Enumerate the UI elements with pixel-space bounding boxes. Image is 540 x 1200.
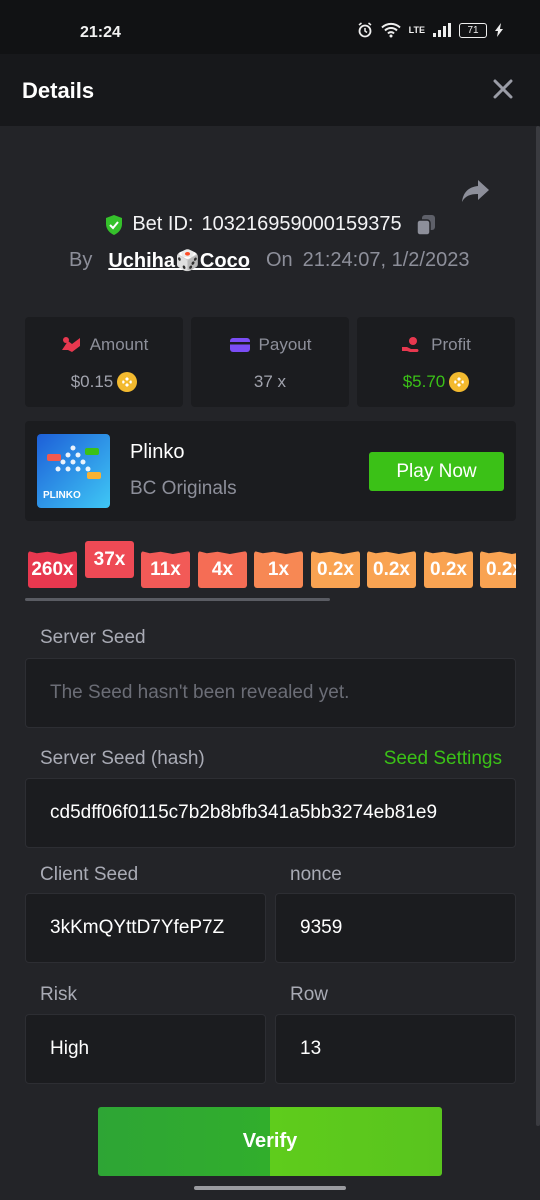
game-card: PLINKO Plinko BC Originals Play Now bbox=[25, 421, 516, 521]
amount-icon bbox=[61, 337, 80, 352]
payout-card: Payout 37 x bbox=[191, 317, 349, 407]
verified-shield-icon bbox=[106, 214, 123, 235]
profit-card: Profit $5.70 bbox=[357, 317, 515, 407]
bet-id-line: Bet ID: 103216959000159375 bbox=[0, 213, 540, 236]
payout-value: 37 x bbox=[253, 372, 287, 391]
client-seed-label: Client Seed bbox=[40, 864, 139, 885]
bet-id: 103216959000159375 bbox=[201, 213, 402, 235]
verify-button[interactable]: Verify bbox=[98, 1107, 442, 1176]
plinko-thumbnail[interactable]: PLINKO bbox=[37, 434, 110, 508]
bet-author-line: By Uchiha🎲Coco On 21:24:07, 1/2/2023 bbox=[69, 248, 469, 273]
multiplier-slot: 0.2x bbox=[424, 551, 473, 588]
multiplier-slot: 0.2x bbox=[311, 551, 360, 588]
nonce-field[interactable]: 9359 bbox=[275, 893, 516, 963]
bnb-coin-icon bbox=[449, 372, 470, 392]
row-label: Row bbox=[290, 984, 329, 1005]
status-icons: LTE 71 bbox=[357, 22, 504, 38]
play-now-button[interactable]: Play Now bbox=[369, 452, 504, 491]
server-seed-label: Server Seed bbox=[40, 627, 146, 648]
client-seed-field[interactable]: 3kKmQYttD7YfeP7Z bbox=[25, 893, 266, 963]
close-icon[interactable] bbox=[490, 76, 516, 102]
charging-icon bbox=[495, 23, 503, 37]
profit-value: $5.70 bbox=[402, 372, 446, 391]
scrollbar[interactable] bbox=[536, 126, 540, 1126]
server-seed-field[interactable]: The Seed hasn't been revealed yet. bbox=[25, 658, 516, 728]
multiplier-slot: 4x bbox=[198, 551, 247, 588]
multiplier-slot: 260x bbox=[28, 551, 77, 588]
row-field[interactable]: 13 bbox=[275, 1014, 516, 1084]
multiplier-slot-hit: 37x bbox=[85, 541, 134, 578]
multiplier-slot: 1x bbox=[254, 551, 303, 588]
amount-value: $0.15 bbox=[70, 372, 114, 391]
risk-field[interactable]: High bbox=[25, 1014, 266, 1084]
risk-label: Risk bbox=[40, 984, 77, 1005]
seed-settings-link[interactable]: Seed Settings bbox=[384, 748, 502, 770]
multiplier-scroll-track[interactable] bbox=[25, 598, 330, 601]
multiplier-slot: 0.2x bbox=[367, 551, 416, 588]
profit-hand-icon bbox=[402, 337, 419, 352]
game-name: Plinko bbox=[130, 441, 185, 463]
bnb-coin-icon bbox=[117, 372, 138, 392]
amount-card: Amount $0.15 bbox=[25, 317, 183, 407]
server-seed-hash-field[interactable]: cd5dff06f0115c7b2b8bfb341a5bb3274eb81e9 bbox=[25, 778, 516, 848]
network-type: LTE bbox=[408, 25, 425, 35]
by-label: By bbox=[69, 249, 93, 271]
server-seed-hash-label: Server Seed (hash) bbox=[40, 748, 205, 769]
alarm-icon bbox=[358, 22, 372, 38]
plinko-thumb-text: PLINKO bbox=[43, 490, 81, 501]
nonce-label: nonce bbox=[290, 864, 342, 885]
wifi-icon bbox=[380, 22, 401, 38]
page-title: Details bbox=[22, 78, 95, 103]
multiplier-slot: 0.2x bbox=[480, 551, 516, 588]
payout-label: Payout bbox=[258, 335, 312, 354]
signal-icon bbox=[433, 23, 451, 37]
multiplier-slot: 11x bbox=[141, 551, 190, 588]
bet-id-label: Bet ID: bbox=[132, 213, 194, 235]
share-icon[interactable] bbox=[460, 176, 492, 206]
wallet-icon bbox=[229, 338, 250, 352]
amount-label: Amount bbox=[89, 335, 149, 354]
on-label: On bbox=[265, 249, 293, 271]
status-bar: 21:24 LTE 71 bbox=[0, 0, 540, 54]
status-time: 21:24 bbox=[80, 24, 121, 41]
profit-label: Profit bbox=[431, 335, 471, 354]
bet-datetime: 21:24:07, 1/2/2023 bbox=[302, 249, 470, 271]
multiplier-row[interactable]: 260x 37x 11x 4x 1x 0.2x 0.2x 0.2x 0.2x bbox=[28, 540, 516, 600]
battery-icon: 71 bbox=[459, 22, 487, 38]
details-header: Details bbox=[0, 54, 540, 126]
game-provider: BC Originals bbox=[130, 478, 237, 499]
username-link[interactable]: Uchiha🎲Coco bbox=[108, 248, 250, 273]
home-indicator[interactable] bbox=[194, 1186, 346, 1190]
copy-icon[interactable] bbox=[415, 214, 436, 236]
